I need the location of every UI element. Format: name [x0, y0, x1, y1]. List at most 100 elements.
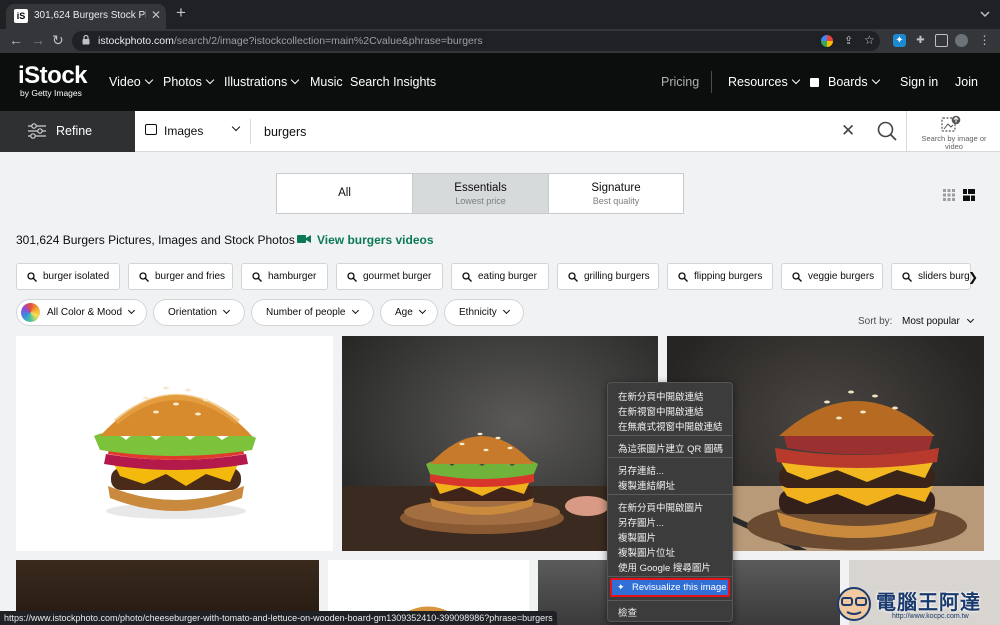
new-tab-icon[interactable]: +	[176, 4, 186, 21]
chevron-down-icon	[418, 306, 426, 315]
nav-resources[interactable]: Resources	[728, 75, 800, 89]
related-search-label: burger isolated	[43, 271, 110, 282]
istock-logo[interactable]: iStock	[18, 64, 88, 88]
nav-pricing[interactable]: Pricing	[661, 75, 699, 89]
related-search-chip[interactable]: hamburger	[241, 263, 328, 290]
related-search-label: gourmet burger	[363, 271, 432, 282]
related-search-chip[interactable]: eating burger	[451, 263, 549, 290]
menu-copy-link-address[interactable]: 複製連結網址	[618, 478, 675, 492]
search-by-image-icon[interactable]	[941, 115, 961, 133]
chevron-down-icon	[351, 306, 359, 315]
back-icon[interactable]: ←	[9, 31, 23, 49]
menu-save-image-as[interactable]: 另存圖片...	[618, 515, 664, 529]
grid-view-icon[interactable]	[943, 189, 955, 201]
refine-button[interactable]: Refine	[0, 111, 135, 152]
browser-tab[interactable]: iS 301,624 Burgers Stock Photos ✕	[6, 4, 166, 29]
forward-icon[interactable]: →	[31, 31, 45, 49]
mosaic-view-icon[interactable]	[963, 189, 975, 201]
url-text: istockphoto.com/search/2/image?istockcol…	[98, 35, 483, 47]
search-icon	[902, 272, 912, 282]
search-by-image-label[interactable]: Search by image or video	[914, 135, 994, 151]
chevron-down-icon	[871, 75, 880, 85]
menu-save-link-as[interactable]: 另存連結...	[618, 463, 664, 477]
tab-signature[interactable]: Signature Best quality	[549, 174, 683, 213]
menu-inspect[interactable]: 檢查	[618, 605, 637, 619]
nav-video[interactable]: Video	[109, 75, 153, 89]
profile-avatar[interactable]	[955, 34, 968, 47]
extension-puzzle-blue-icon[interactable]: ✦	[893, 34, 906, 47]
extensions-icon[interactable]: ✚	[914, 34, 927, 47]
chevron-down-icon	[290, 75, 300, 85]
filter-color-mood[interactable]: All Color & Mood	[16, 299, 148, 326]
nav-music[interactable]: Music	[310, 75, 343, 89]
nav-photos[interactable]: Photos	[163, 75, 215, 89]
search-icon	[792, 272, 802, 282]
context-menu: 在新分頁中開啟連結 在新視窗中開啟連結 在無痕式視窗中開啟連結 為這張圖片建立 …	[607, 382, 733, 622]
related-search-chip[interactable]: burger isolated	[16, 263, 120, 290]
filter-number-of-people[interactable]: Number of people	[251, 299, 374, 326]
related-search-label: burger and fries	[155, 271, 226, 282]
results-count-title: 301,624 Burgers Pictures, Images and Sto…	[16, 233, 295, 247]
related-search-chip[interactable]: sliders burgers	[891, 263, 971, 290]
menu-copy-image-address[interactable]: 複製圖片位址	[618, 545, 675, 559]
menu-separator	[608, 576, 732, 577]
lock-icon	[82, 35, 90, 45]
related-search-chip[interactable]: gourmet burger	[336, 263, 443, 290]
filter-age[interactable]: Age	[380, 299, 438, 326]
chevron-down-icon	[144, 75, 153, 85]
tab-essentials[interactable]: Essentials Lowest price	[412, 174, 549, 213]
clear-search-icon[interactable]: ✕	[841, 122, 855, 139]
menu-revisualize-image[interactable]: ✦ Revisualize this image	[610, 578, 730, 597]
related-search-label: veggie burgers	[808, 271, 875, 282]
search-icon	[678, 272, 688, 282]
filter-ethnicity[interactable]: Ethnicity	[444, 299, 524, 326]
nav-search-insights[interactable]: Search Insights	[350, 75, 436, 89]
share-icon[interactable]: ⇪	[844, 34, 853, 47]
related-search-label: grilling burgers	[584, 271, 650, 282]
view-videos-link[interactable]: View burgers videos	[317, 233, 434, 247]
tab-close-icon[interactable]: ✕	[151, 8, 161, 22]
menu-create-qr-code[interactable]: 為這張圖片建立 QR 圖碼	[618, 441, 723, 455]
menu-open-link-new-tab[interactable]: 在新分頁中開啟連結	[618, 389, 704, 403]
google-lens-icon[interactable]	[821, 35, 833, 47]
nav-join[interactable]: Join	[955, 75, 978, 89]
related-search-chip[interactable]: veggie burgers	[781, 263, 883, 290]
menu-copy-image[interactable]: 複製圖片	[618, 530, 656, 544]
reload-icon[interactable]: ↻	[52, 31, 64, 49]
nav-sign-in[interactable]: Sign in	[900, 75, 938, 89]
collection-tabs: All Essentials Lowest price Signature Be…	[276, 173, 684, 214]
address-bar[interactable]: istockphoto.com/search/2/image?istockcol…	[72, 31, 880, 51]
menu-open-image-new-tab[interactable]: 在新分頁中開啟圖片	[618, 500, 704, 514]
menu-search-image-google[interactable]: 使用 Google 搜尋圖片	[618, 560, 711, 574]
browser-tabstrip: iS 301,624 Burgers Stock Photos ✕ +	[0, 0, 1000, 29]
related-search-chip[interactable]: burger and fries	[128, 263, 233, 290]
related-search-label: eating burger	[478, 271, 537, 282]
menu-open-link-incognito[interactable]: 在無痕式視窗中開啟連結	[618, 419, 723, 433]
refine-label: Refine	[56, 124, 93, 138]
result-image-burger-isolated[interactable]	[16, 336, 333, 551]
related-search-chip[interactable]: flipping burgers	[667, 263, 773, 290]
sort-select[interactable]: Most popular	[902, 315, 974, 327]
related-search-chip[interactable]: grilling burgers	[557, 263, 659, 290]
menu-separator	[608, 600, 732, 601]
menu-open-link-new-window[interactable]: 在新視窗中開啟連結	[618, 404, 704, 418]
side-panel-icon[interactable]	[935, 34, 948, 47]
sliders-icon	[28, 123, 46, 139]
search-icon	[27, 272, 37, 282]
nav-illustrations[interactable]: Illustrations	[224, 75, 300, 89]
chevron-down-icon[interactable]	[231, 122, 241, 132]
browser-toolbar: ← → ↻ istockphoto.com/search/2/image?ist…	[0, 29, 1000, 53]
more-menu-icon[interactable]: ⋮	[978, 34, 991, 47]
menu-separator	[608, 457, 732, 458]
chevron-right-icon[interactable]: ❯	[968, 270, 978, 284]
nav-boards[interactable]: Boards	[810, 75, 880, 89]
search-icon[interactable]	[877, 121, 897, 141]
media-type-select[interactable]: Images	[164, 124, 203, 138]
bookmark-star-icon[interactable]: ☆	[864, 33, 875, 47]
tab-search-chevron-icon[interactable]	[980, 10, 990, 18]
search-input[interactable]	[264, 123, 824, 141]
chevron-down-icon	[205, 75, 215, 85]
tab-all[interactable]: All	[277, 174, 412, 213]
search-icon	[462, 272, 472, 282]
filter-orientation[interactable]: Orientation	[153, 299, 245, 326]
